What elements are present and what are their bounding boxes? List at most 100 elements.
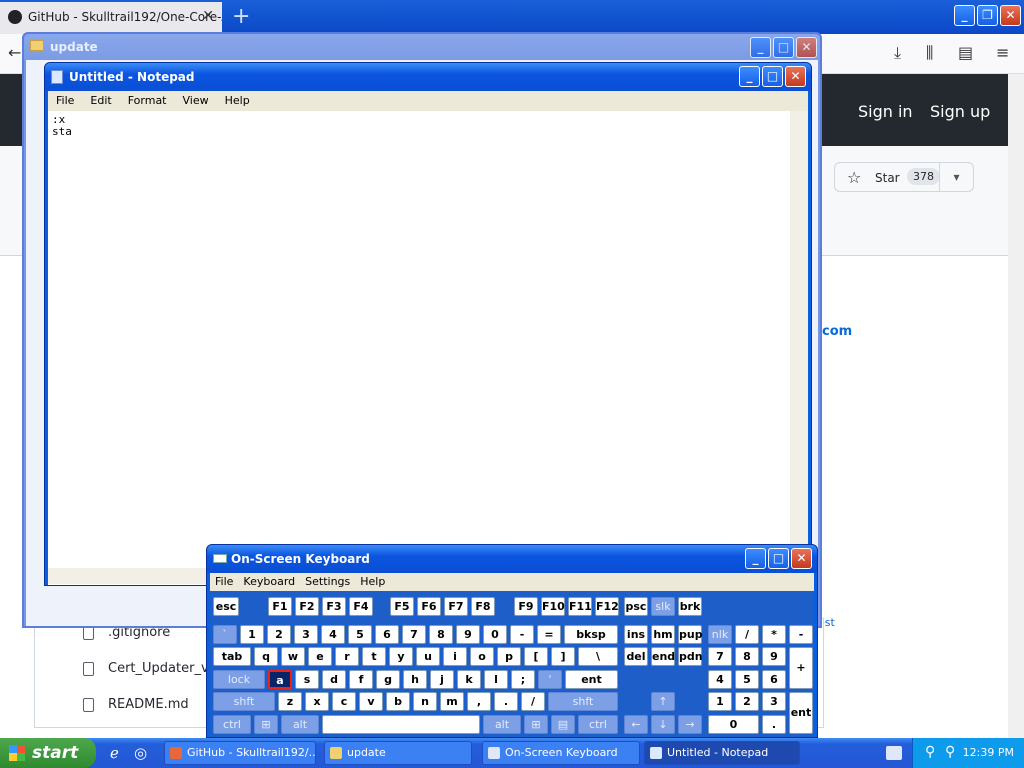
key[interactable]: 9 (456, 625, 480, 644)
key[interactable]: esc (213, 597, 239, 616)
maximize-button[interactable]: □ (762, 66, 783, 87)
key[interactable]: z (278, 692, 302, 711)
key[interactable]: . (494, 692, 518, 711)
key[interactable]: ent (565, 670, 618, 689)
osk-menu-help[interactable]: Help (360, 575, 385, 588)
key[interactable]: bksp (564, 625, 618, 644)
key[interactable]: \ (578, 647, 618, 666)
key[interactable]: - (789, 625, 813, 644)
menu-key-icon[interactable]: ▤ (551, 715, 575, 734)
library-icon[interactable]: ⫼ (926, 43, 933, 63)
key[interactable]: l (484, 670, 508, 689)
start-button[interactable]: start (0, 738, 96, 768)
network-icon[interactable]: ⚲ (925, 744, 935, 760)
key[interactable]: 7 (708, 647, 732, 666)
key[interactable]: F8 (471, 597, 495, 616)
key[interactable]: k (457, 670, 481, 689)
menu-edit[interactable]: Edit (90, 94, 111, 107)
key[interactable]: a (268, 670, 292, 689)
key[interactable]: u (416, 647, 440, 666)
key[interactable]: ↓ (651, 715, 675, 734)
close-button[interactable]: ✕ (791, 548, 812, 569)
minimize-button[interactable]: _ (954, 5, 975, 26)
osk-titlebar[interactable]: On-Screen Keyboard _ □ ✕ (207, 545, 817, 573)
key[interactable]: pup (678, 625, 703, 644)
windows-key-icon[interactable]: ⊞ (524, 715, 548, 734)
key[interactable]: y (389, 647, 413, 666)
key[interactable]: x (305, 692, 329, 711)
key[interactable]: * (762, 625, 786, 644)
key[interactable]: F5 (390, 597, 414, 616)
close-button[interactable]: ✕ (785, 66, 806, 87)
key[interactable]: i (443, 647, 467, 666)
key[interactable]: tab (213, 647, 251, 666)
key[interactable]: F6 (417, 597, 441, 616)
key[interactable]: F3 (322, 597, 346, 616)
menu-icon[interactable]: ≡ (996, 43, 1009, 62)
key[interactable]: F9 (514, 597, 538, 616)
key[interactable]: e (308, 647, 332, 666)
key[interactable]: , (467, 692, 491, 711)
key[interactable]: o (470, 647, 494, 666)
key[interactable]: / (735, 625, 759, 644)
minimize-button[interactable]: _ (750, 37, 771, 58)
key[interactable]: c (332, 692, 356, 711)
osk-menu-keyboard[interactable]: Keyboard (243, 575, 295, 588)
key[interactable]: 2 (267, 625, 291, 644)
taskbar-button-github[interactable]: GitHub - Skulltrail192/... (164, 741, 316, 765)
osk-menu-settings[interactable]: Settings (305, 575, 350, 588)
key[interactable]: F7 (444, 597, 468, 616)
vertical-scrollbar[interactable] (790, 111, 808, 585)
key[interactable]: alt (483, 715, 521, 734)
taskbar-button-update[interactable]: update (324, 741, 472, 765)
key[interactable]: r (335, 647, 359, 666)
key[interactable]: → (678, 715, 702, 734)
key[interactable]: shft (548, 692, 618, 711)
key[interactable]: ' (538, 670, 562, 689)
key[interactable]: 0 (708, 715, 759, 734)
key[interactable]: shft (213, 692, 275, 711)
key[interactable]: [ (524, 647, 548, 666)
key[interactable]: = (537, 625, 561, 644)
key[interactable]: m (440, 692, 464, 711)
key[interactable]: 9 (762, 647, 786, 666)
key[interactable]: 4 (321, 625, 345, 644)
key[interactable]: g (376, 670, 400, 689)
file-name[interactable]: README.md (108, 697, 189, 712)
key[interactable]: nlk (708, 625, 732, 644)
key[interactable]: / (521, 692, 545, 711)
key[interactable]: 8 (429, 625, 453, 644)
key[interactable]: ` (213, 625, 237, 644)
key[interactable]: ent (789, 692, 813, 734)
page-scrollbar[interactable] (1008, 74, 1024, 738)
key[interactable]: psc (624, 597, 648, 616)
key[interactable]: ← (624, 715, 648, 734)
horizontal-scrollbar[interactable] (48, 568, 208, 584)
key[interactable]: ctrl (213, 715, 251, 734)
key[interactable]: ; (511, 670, 535, 689)
key[interactable]: ↑ (651, 692, 675, 711)
chevron-down-icon[interactable]: ▾ (939, 163, 973, 191)
menu-file[interactable]: File (56, 94, 74, 107)
menu-format[interactable]: Format (128, 94, 167, 107)
key[interactable]: q (254, 647, 278, 666)
key[interactable] (322, 715, 480, 734)
firefox-quicklaunch-icon[interactable]: ◎ (134, 744, 147, 762)
key[interactable]: 5 (348, 625, 372, 644)
keyboard-tray-icon[interactable] (886, 746, 902, 760)
key[interactable]: 4 (708, 670, 732, 689)
key[interactable]: s (295, 670, 319, 689)
key[interactable]: del (624, 647, 648, 666)
key[interactable]: b (386, 692, 410, 711)
ie-icon[interactable]: ℯ (110, 744, 119, 762)
maximize-button[interactable]: □ (768, 548, 789, 569)
key[interactable]: ctrl (578, 715, 618, 734)
browser-tab[interactable]: GitHub - Skulltrail192/One-Core-AP ✕ (0, 2, 222, 34)
osk-menu-file[interactable]: File (215, 575, 233, 588)
sign-up-link[interactable]: Sign up (930, 102, 990, 121)
key[interactable]: 1 (240, 625, 264, 644)
key[interactable]: 0 (483, 625, 507, 644)
windows-key-icon[interactable]: ⊞ (254, 715, 278, 734)
key[interactable]: F12 (595, 597, 619, 616)
key[interactable]: t (362, 647, 386, 666)
